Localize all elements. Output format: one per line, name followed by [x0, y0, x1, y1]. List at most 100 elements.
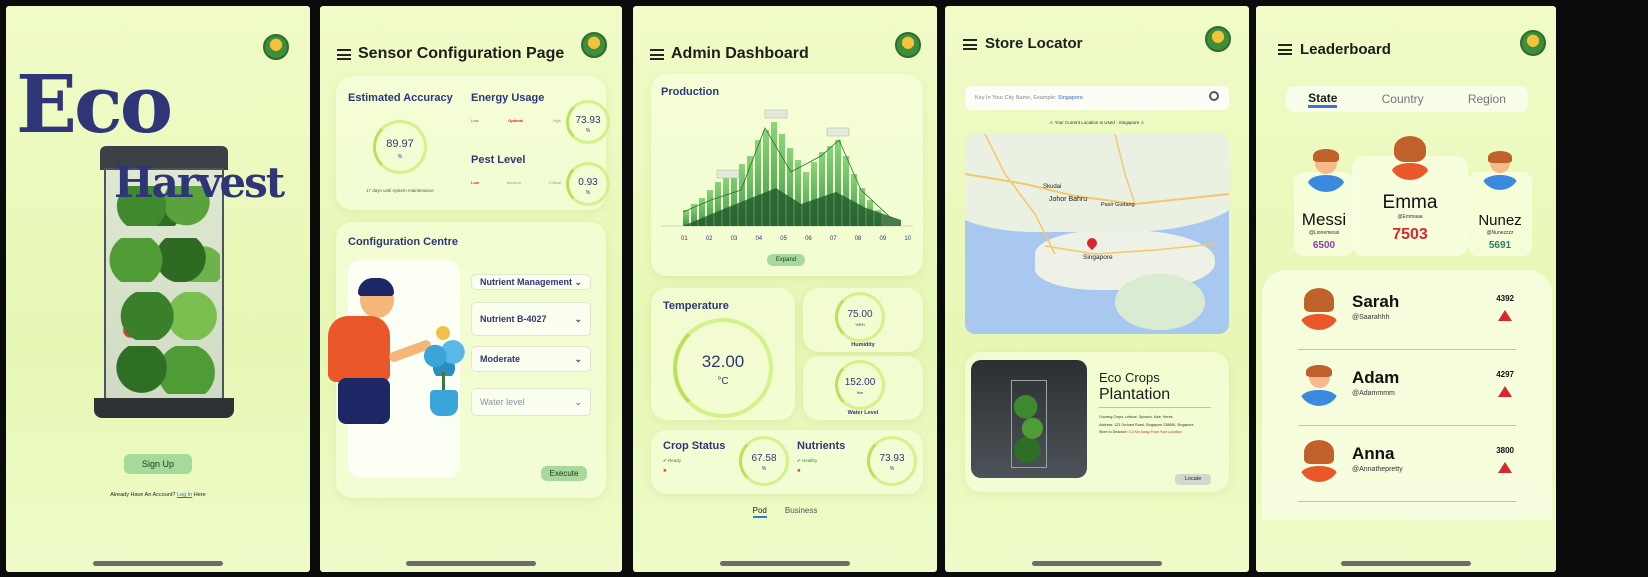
humidity-unit: %RH [855, 322, 865, 327]
detail-value: 123 Orchard Road, Singapore 238858, Sing… [1114, 422, 1194, 427]
login-prompt: Already Have An Account? Log In Here [6, 492, 310, 498]
nutrient-management-select[interactable]: Nutrient Management ⌄ [471, 274, 591, 290]
podium-name: Nunez [1478, 212, 1522, 229]
temperature-title: Temperature [663, 300, 729, 312]
nutrients-gauge: 73.93 % [867, 436, 917, 486]
temperature-value: 32.00 [701, 352, 745, 371]
warning-icon: ⚠ [1049, 120, 1054, 125]
page-title: Store Locator [985, 35, 1083, 52]
menu-icon[interactable] [650, 49, 664, 60]
pest-level-low: Low [471, 180, 479, 185]
pest-level-critical: Critical [548, 180, 561, 185]
store-map[interactable]: Skudai Johor Bahru Pasir Gudang Singapor… [965, 134, 1229, 334]
pest-gauge: 0.93 % [566, 162, 610, 206]
list-item[interactable]: Adam @Adammmm 4297 [1298, 356, 1516, 426]
accuracy-value: 89.97 [386, 138, 414, 150]
splash-title-harvest: Harvest [114, 158, 285, 207]
sign-up-button[interactable]: Sign Up [124, 454, 192, 474]
home-indicator [720, 561, 850, 566]
pest-unit: % [585, 190, 591, 196]
nutrient-type-select[interactable]: Nutrient B-4027 ⌄ [471, 302, 591, 336]
water-level-card: 152.00 litre Water Level [803, 356, 923, 420]
maintenance-days: 17 [366, 188, 372, 193]
menu-icon[interactable] [963, 39, 977, 50]
brand-logo [1203, 26, 1233, 62]
map-roads [965, 134, 1229, 255]
humidity-card: 75.00 %RH Humidity [803, 288, 923, 352]
search-input[interactable]: Key In Your City Name, Example: Singapor… [965, 86, 1229, 110]
player-score: 4392 [1496, 294, 1514, 303]
water-level-value: 152.00 [844, 377, 876, 388]
crop-status-value: 67.58 [751, 453, 777, 464]
leaderboard-tabs: State Country Region [1286, 86, 1528, 112]
search-icon[interactable] [1209, 91, 1219, 101]
crop-status-title: Crop Status [663, 440, 726, 452]
podium-score: 7503 [1392, 226, 1428, 243]
pest-value: 0.93 [578, 177, 598, 188]
store-image [971, 360, 1087, 478]
store-divider [1099, 407, 1211, 408]
detail-value: Lettuce, Spinach, Kale, Herbs [1124, 415, 1173, 419]
nutrients-healthy: ✔ Healthy [797, 458, 817, 464]
water-level-select[interactable]: Water level ⌄ [471, 388, 591, 416]
page-title: Admin Dashboard [671, 45, 809, 62]
stage: Eco Harvest Sign Up Already Have An Acco… [0, 0, 1648, 577]
store-details: Growing Crops: Lettuce, Spinach, Kale, H… [1099, 414, 1194, 437]
chevron-down-icon: ⌄ [574, 396, 582, 407]
page-title: Leaderboard [1300, 41, 1391, 58]
warning-icon: ⚠ [1140, 120, 1145, 125]
list-item[interactable]: Sarah @Saarahhh 4392 [1298, 280, 1516, 350]
home-indicator [406, 561, 536, 566]
player-name: Anna [1352, 444, 1395, 463]
tab-region[interactable]: Region [1468, 92, 1506, 106]
screen-leaderboard: Leaderboard State Country Region Messi @… [1256, 6, 1556, 572]
nutrients-title: Nutrients [797, 440, 846, 452]
check-icon: ✔ [797, 458, 801, 463]
brand-logo [1518, 30, 1548, 66]
water-level-label: Water Level [847, 410, 879, 416]
home-indicator [1341, 561, 1471, 566]
search-example: Singapore [1057, 95, 1083, 101]
configuration-card: Configuration Centre Nutrient Management… [328, 222, 606, 498]
sensor-summary-card: Estimated Accuracy 89.97 % 17 days until… [336, 76, 610, 210]
locate-button[interactable]: Locate [1175, 474, 1211, 485]
leaderboard-list: Sarah @Saarahhh 4392 Adam @Adammmm 4297 … [1262, 270, 1552, 520]
list-item[interactable]: Anna @Annathepretty 3800 [1298, 432, 1516, 502]
x-tick: 02 [705, 236, 713, 242]
avatar-icon [1298, 288, 1340, 330]
tab-pod[interactable]: Pod [752, 506, 767, 518]
nutrients-value: 73.93 [879, 453, 905, 464]
store-detail-row: Address: 123 Orchard Road, Singapore 238… [1099, 422, 1194, 430]
humidity-gauge: 75.00 %RH [835, 292, 885, 342]
level-select[interactable]: Moderate ⌄ [471, 346, 591, 372]
player-handle: @Annathepretty [1352, 466, 1403, 473]
nutrients-ok-text: Healthy [802, 458, 818, 463]
tab-state[interactable]: State [1308, 91, 1338, 108]
menu-icon[interactable] [337, 49, 351, 60]
player-handle: @Adammmm [1352, 390, 1395, 397]
avatar-icon [1480, 150, 1520, 190]
tab-country[interactable]: Country [1382, 92, 1424, 106]
select-placeholder: Water level [480, 397, 525, 407]
expand-button[interactable]: Expand [767, 254, 805, 266]
detail-key: Store to Distance: [1099, 430, 1128, 434]
energy-title: Energy Usage [471, 92, 545, 104]
status-card: Crop Status ✔ Ready ✖ 67.58 % Nutrients … [651, 430, 923, 494]
player-score: 3800 [1496, 446, 1514, 455]
energy-gauge: 73.93 % [566, 100, 610, 144]
rank-up-icon [1498, 386, 1512, 397]
menu-icon[interactable] [1278, 44, 1292, 55]
rank-up-icon [1498, 310, 1512, 321]
tab-business[interactable]: Business [785, 506, 817, 518]
x-tick: 09 [879, 236, 887, 242]
podium-score: 6500 [1312, 240, 1336, 251]
production-card: Production 01 02 03 04 05 06 07 08 09 10… [651, 74, 923, 276]
screen-store-locator: Store Locator Key In Your City Name, Exa… [945, 6, 1249, 572]
detail-value: 3.2 Km Away From Your Location [1128, 430, 1182, 434]
water-level-gauge: 152.00 litre [835, 360, 885, 410]
temperature-unit: °C [717, 376, 729, 387]
login-link[interactable]: Log In [177, 492, 192, 498]
bottom-tabs: Pod Business [633, 506, 937, 518]
execute-button[interactable]: Execute [541, 466, 587, 481]
login-prompt-text: Already Have An Account? [110, 492, 176, 498]
